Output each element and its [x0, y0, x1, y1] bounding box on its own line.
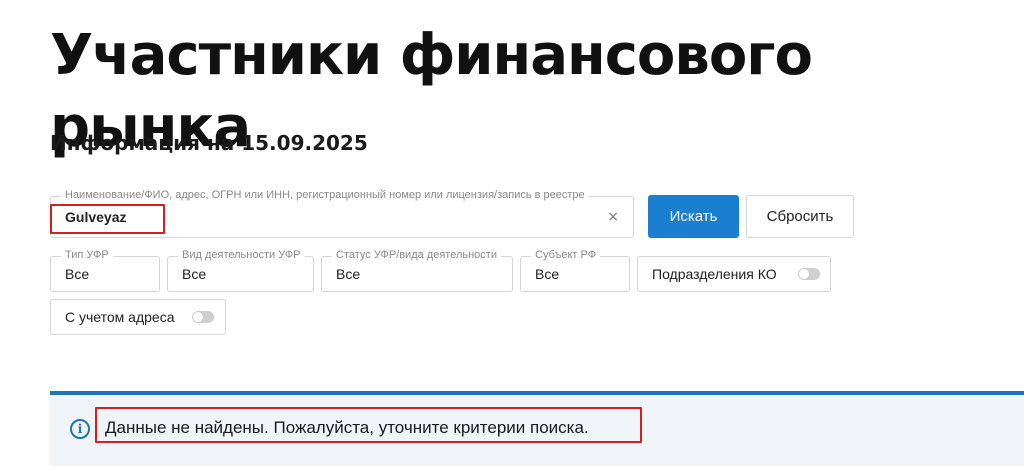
search-field-label: Наименование/ФИО, адрес, ОГРН или ИНН, р…	[61, 189, 589, 201]
filter-activity-value: Все	[182, 266, 207, 282]
ko-divisions-label: Подразделения КО	[652, 266, 777, 282]
ko-divisions-toggle[interactable]: Подразделения КО	[637, 256, 831, 292]
filter-type-value: Все	[65, 266, 90, 282]
ko-divisions-switch[interactable]	[798, 268, 820, 280]
filter-subject-value: Все	[535, 266, 560, 282]
filter-status-value: Все	[336, 266, 361, 282]
clear-icon[interactable]: ×	[607, 209, 619, 225]
search-value-highlight	[50, 204, 165, 234]
address-toggle-label: С учетом адреса	[65, 309, 175, 325]
notice-highlight	[95, 407, 642, 443]
filter-subject-select[interactable]: Субъект РФ Все	[520, 249, 630, 292]
info-icon: i	[70, 419, 90, 439]
address-switch[interactable]	[192, 311, 214, 323]
search-button[interactable]: Искать	[648, 195, 739, 238]
filter-status-select[interactable]: Статус УФР/вида деятельности Все	[321, 249, 513, 292]
reset-button[interactable]: Сбросить	[746, 195, 854, 238]
filter-type-select[interactable]: Тип УФР Все	[50, 249, 160, 292]
address-toggle[interactable]: С учетом адреса	[50, 299, 226, 335]
info-date-heading: Информация на 15.09.2025	[50, 131, 368, 155]
filter-activity-select[interactable]: Вид деятельности УФР Все	[167, 249, 314, 292]
